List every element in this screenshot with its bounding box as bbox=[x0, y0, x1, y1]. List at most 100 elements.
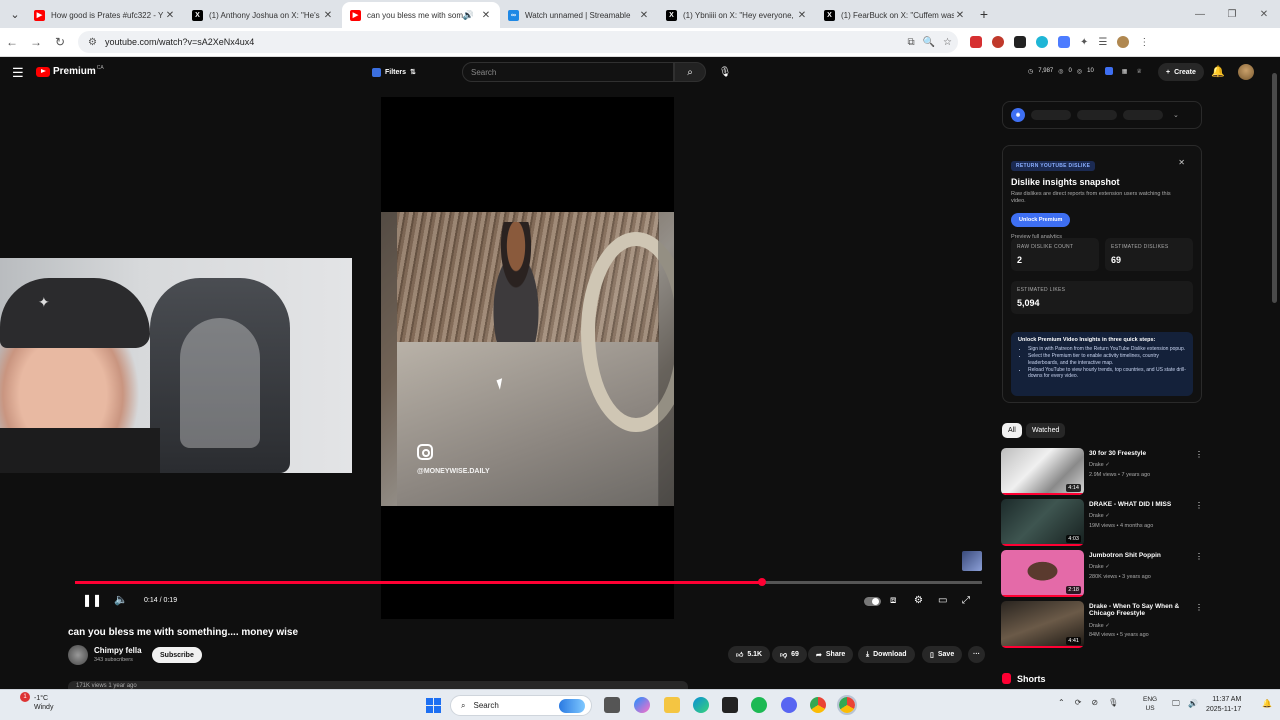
recommendation-item[interactable]: 2:18 Jumbotron Shit Poppin Drake ✓ 280K … bbox=[1001, 550, 1203, 598]
page-scrollbar[interactable] bbox=[1272, 63, 1278, 683]
close-tab-icon[interactable]: ✕ bbox=[796, 10, 808, 21]
extension-badge-icon[interactable] bbox=[1104, 67, 1113, 75]
tab-1[interactable]: ▶ How good is Prates #ufc322 - Y ✕ bbox=[26, 2, 184, 28]
taskbar-search[interactable]: ⌕ Search bbox=[450, 695, 592, 716]
close-tab-icon[interactable]: ✕ bbox=[480, 10, 492, 21]
shorts-section-header[interactable]: Shorts bbox=[1002, 673, 1046, 684]
tray-volume-icon[interactable]: 🔊 bbox=[1188, 699, 1198, 708]
chip-watched[interactable]: Watched bbox=[1026, 423, 1066, 438]
search-button[interactable]: ⌕ bbox=[674, 62, 706, 82]
account-avatar[interactable] bbox=[1238, 64, 1254, 80]
bookmark-star-icon[interactable]: ☆ bbox=[943, 37, 952, 48]
hamburger-menu-icon[interactable]: ☰ bbox=[12, 65, 24, 81]
weather-widget[interactable]: -1°C Windy bbox=[18, 694, 53, 712]
miniplayer-icon[interactable]: ▭ bbox=[938, 595, 947, 606]
forward-arrow-icon[interactable]: → bbox=[24, 35, 48, 49]
progress-scrubber[interactable] bbox=[757, 578, 766, 586]
autoplay-toggle[interactable] bbox=[864, 597, 881, 606]
close-tab-icon[interactable]: ✕ bbox=[164, 10, 176, 21]
tray-monitor-icon[interactable]: 🖵 bbox=[1172, 699, 1180, 709]
extension-cyan-icon[interactable] bbox=[1036, 36, 1048, 48]
speaker-icon[interactable]: 🔊 bbox=[463, 10, 474, 21]
recommendation-item[interactable]: 4:03 DRAKE - WHAT DID I MISS Drake ✓ 19M… bbox=[1001, 499, 1203, 547]
chip-all[interactable]: All bbox=[1002, 423, 1022, 438]
more-actions-button[interactable]: ··· bbox=[968, 646, 985, 663]
more-vertical-icon[interactable]: ⋮ bbox=[1195, 603, 1203, 612]
extension-pill-1[interactable] bbox=[1031, 110, 1071, 120]
extension-dark-icon[interactable] bbox=[1014, 36, 1026, 48]
header-extension-stats[interactable]: ◷ 7,987 ◎ 0 ◎ 10 ▦ ♕ bbox=[1028, 67, 1142, 75]
pause-icon[interactable]: ❚❚ bbox=[82, 593, 102, 607]
close-window-icon[interactable]: ✕ bbox=[1248, 9, 1280, 20]
tray-mic-icon[interactable]: 🎙 bbox=[1108, 698, 1118, 707]
more-vertical-icon[interactable]: ⋮ bbox=[1195, 450, 1203, 459]
scrollbar-thumb[interactable] bbox=[1272, 73, 1277, 303]
notifications-icon[interactable]: 🔔 bbox=[1262, 699, 1272, 708]
chrome-icon[interactable] bbox=[810, 697, 826, 713]
tray-sync-icon[interactable]: ⟳ bbox=[1075, 698, 1082, 707]
end-screen-thumbnail[interactable] bbox=[962, 551, 982, 571]
recommendation-item[interactable]: 4:14 30 for 30 Freestyle Drake ✓ 2.9M vi… bbox=[1001, 448, 1203, 496]
search-input[interactable]: Search bbox=[462, 62, 674, 82]
notifications-bell-icon[interactable]: 🔔 bbox=[1211, 65, 1225, 78]
extension-pill-3[interactable] bbox=[1123, 110, 1163, 120]
grid-icon[interactable]: ▦ bbox=[1122, 68, 1128, 75]
tab-3-active[interactable]: ▶ can you bless me with som 🔊 ✕ bbox=[342, 2, 500, 28]
install-app-icon[interactable]: ⧉ bbox=[907, 37, 914, 48]
progress-bar[interactable] bbox=[75, 578, 982, 586]
profile-avatar-icon[interactable] bbox=[1117, 36, 1130, 48]
video-thumbnail[interactable]: 2:18 bbox=[1001, 550, 1084, 597]
restore-icon[interactable]: ❐ bbox=[1216, 9, 1248, 20]
tray-network-off-icon[interactable]: ⊘ bbox=[1091, 698, 1098, 707]
terminal-icon[interactable] bbox=[722, 697, 738, 713]
youtube-logo[interactable]: Premium CA bbox=[36, 65, 104, 77]
close-tab-icon[interactable]: ✕ bbox=[954, 10, 966, 21]
windows-start-icon[interactable] bbox=[426, 698, 441, 713]
file-explorer-icon[interactable] bbox=[664, 697, 680, 713]
ranking-icon[interactable]: ♕ bbox=[1136, 68, 1141, 75]
extension-top-bar[interactable]: ◉ ⌄ bbox=[1002, 101, 1202, 129]
like-button[interactable]: 👍︎ 5.1K bbox=[728, 646, 771, 663]
tray-chevron-up-icon[interactable]: ⌃ bbox=[1058, 698, 1065, 707]
close-panel-icon[interactable]: ✕ bbox=[1178, 158, 1185, 167]
chrome-active-icon[interactable] bbox=[837, 695, 857, 715]
description-box[interactable]: 171K views 1 year ago bbox=[68, 681, 688, 689]
save-button[interactable]: ▯ Save bbox=[922, 646, 963, 663]
settings-gear-icon[interactable]: ⚙ bbox=[914, 595, 923, 606]
channel-avatar[interactable] bbox=[68, 645, 88, 665]
channel-name[interactable]: Chimpy fella bbox=[94, 646, 142, 655]
tab-5[interactable]: X (1) Ybniiii on X: "Hey everyone, ✕ bbox=[658, 2, 816, 28]
captions-icon[interactable]: ⧈ bbox=[890, 595, 896, 606]
share-button[interactable]: ➦ Share bbox=[808, 646, 854, 663]
unlock-premium-button[interactable]: Unlock Premium bbox=[1011, 212, 1071, 227]
more-vertical-icon[interactable]: ⋮ bbox=[1195, 501, 1203, 510]
zoom-icon[interactable]: 🔍 bbox=[923, 37, 935, 48]
subscribe-button[interactable]: Subscribe bbox=[152, 647, 202, 663]
dislike-button[interactable]: 👎︎ 69 bbox=[772, 646, 807, 663]
system-clock[interactable]: 11:37 AM 2025-11-17 bbox=[1206, 695, 1241, 715]
tab-6[interactable]: X (1) FearBuck on X: "Cuffem was ✕ bbox=[816, 2, 974, 28]
video-thumbnail[interactable]: 4:41 bbox=[1001, 601, 1084, 648]
video-thumbnail[interactable]: 4:03 bbox=[1001, 499, 1084, 546]
tab-4[interactable]: ∞ Watch unnamed | Streamable ✕ bbox=[500, 2, 658, 28]
close-tab-icon[interactable]: ✕ bbox=[638, 10, 650, 21]
edge-icon[interactable] bbox=[693, 697, 709, 713]
reload-icon[interactable]: ↻ bbox=[48, 35, 72, 49]
input-language[interactable]: ENG US bbox=[1143, 695, 1157, 713]
extension-red-icon[interactable] bbox=[970, 36, 982, 48]
extension-circle-icon[interactable] bbox=[992, 36, 1004, 48]
site-info-icon[interactable]: ⚙ bbox=[88, 37, 97, 48]
reading-list-icon[interactable]: ☰ bbox=[1098, 37, 1107, 48]
create-button[interactable]: + Create bbox=[1158, 63, 1204, 81]
video-thumbnail[interactable]: 4:14 bbox=[1001, 448, 1084, 495]
fullscreen-icon[interactable]: ⤢ bbox=[962, 595, 970, 606]
close-tab-icon[interactable]: ✕ bbox=[322, 10, 334, 21]
tab-search-icon[interactable]: ⌄ bbox=[4, 3, 26, 25]
spotify-icon[interactable] bbox=[751, 697, 767, 713]
address-bar[interactable]: ⚙ youtube.com/watch?v=sA2XeNx4ux4 ⧉ 🔍 ☆ bbox=[78, 31, 958, 53]
puzzle-extensions-icon[interactable]: ✦ bbox=[1080, 37, 1088, 48]
copilot-icon[interactable] bbox=[634, 697, 650, 713]
kebab-menu-icon[interactable]: ⋮ bbox=[1139, 37, 1149, 48]
extension-pill-2[interactable] bbox=[1077, 110, 1117, 120]
tab-2[interactable]: X (1) Anthony Joshua on X: "He's ✕ bbox=[184, 2, 342, 28]
